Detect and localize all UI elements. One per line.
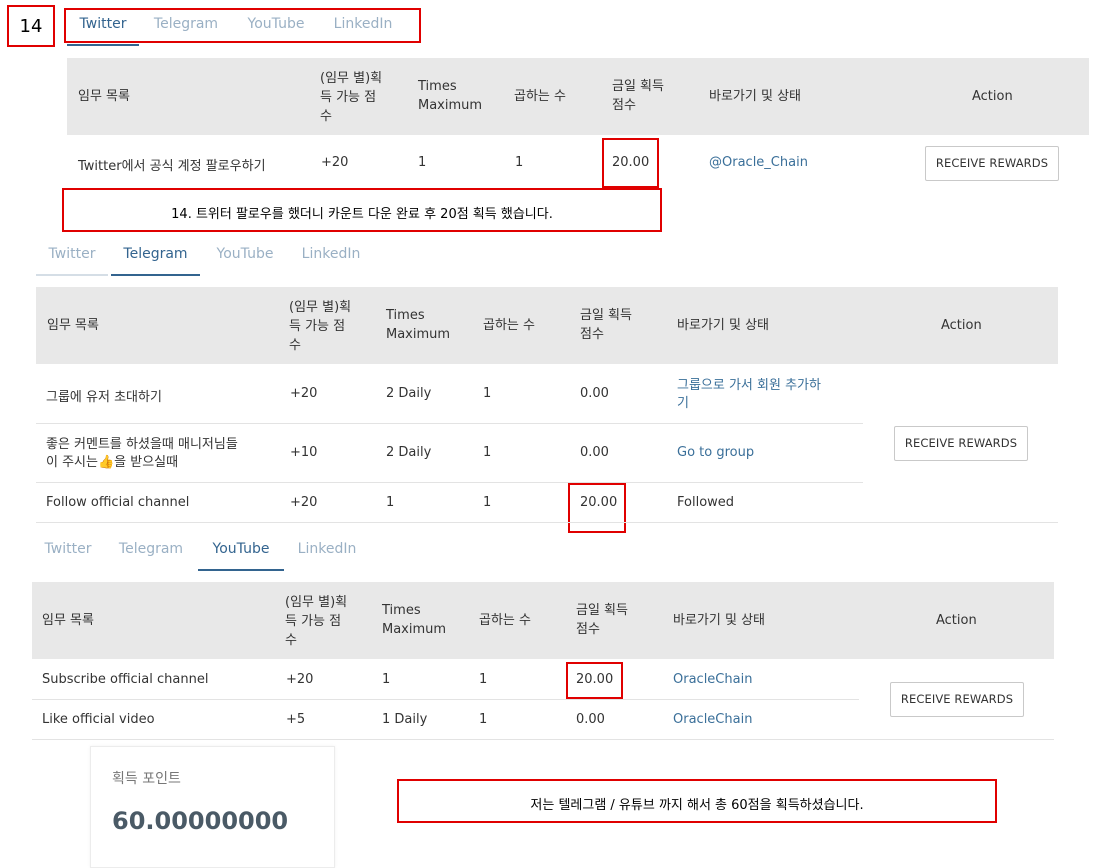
row-divider <box>36 482 863 483</box>
multiplier: 1 <box>483 386 492 401</box>
oraclechain-link[interactable]: OracleChain <box>673 672 752 687</box>
header-points: (임무 별)획 득 가능 점수 <box>289 300 352 353</box>
header-task: 임무 목록 <box>47 318 99 333</box>
times: 1 <box>418 155 427 170</box>
tab-label: LinkedIn <box>301 246 361 262</box>
today-score: 0.00 <box>580 445 609 460</box>
times: 1 <box>382 672 391 687</box>
tab-twitter[interactable]: Twitter <box>36 240 108 276</box>
total-note-box: 저는 텔레그램 / 유튜브 까지 해서 총 60점을 획득하셨습니다. <box>397 779 997 823</box>
header-action: Action <box>936 613 977 628</box>
youtube-section-tabs: Twitter Telegram YouTube LinkedIn <box>32 535 372 571</box>
task-name: Like official video <box>42 712 155 727</box>
row-divider <box>32 739 1054 740</box>
header-multiplier: 곱하는 수 <box>483 318 535 333</box>
row-divider <box>32 699 859 700</box>
header-today: 금일 획득 점수 <box>580 308 632 342</box>
twitter-note-box: 14. 트위터 팔로우를 했더니 카운트 다운 완료 후 20점 획득 했습니다… <box>62 188 662 232</box>
header-action: Action <box>941 318 982 333</box>
points-label: 획득 포인트 <box>112 771 181 787</box>
tab-label: Twitter <box>44 541 92 557</box>
step-number: 14 <box>19 16 43 37</box>
today-score: 0.00 <box>580 386 609 401</box>
header-times: Times Maximum <box>382 603 447 637</box>
task-name: Twitter에서 공식 계정 팔로우하기 <box>78 159 266 174</box>
points: +20 <box>290 495 318 510</box>
multiplier: 1 <box>483 495 492 510</box>
points: +20 <box>321 155 349 170</box>
header-task: 임무 목록 <box>78 89 130 104</box>
twitter-note: 14. 트위터 팔로우를 했더니 카운트 다운 완료 후 20점 획득 했습니다… <box>171 207 553 222</box>
header-link: 바로가기 및 상태 <box>677 318 769 333</box>
tab-youtube[interactable]: YouTube <box>198 535 284 571</box>
followed-status: Followed <box>677 495 735 510</box>
points: +20 <box>286 672 314 687</box>
task-name: Follow official channel <box>46 495 190 510</box>
header-link: 바로가기 및 상태 <box>673 613 765 628</box>
header-multiplier: 곱하는 수 <box>479 613 531 628</box>
points: +5 <box>286 712 306 727</box>
tab-linkedin[interactable]: LinkedIn <box>290 535 364 571</box>
header-times: Times Maximum <box>386 308 451 342</box>
today-score-highlight <box>602 138 659 188</box>
add-members-link[interactable]: 그룹으로 가서 회원 추가하 기 <box>677 377 821 413</box>
receive-rewards-button[interactable]: RECEIVE REWARDS <box>894 426 1028 461</box>
today-score: 0.00 <box>576 712 605 727</box>
tab-label: Telegram <box>118 541 184 557</box>
total-note: 저는 텔레그램 / 유튜브 까지 해서 총 60점을 획득하셨습니다. <box>530 798 864 813</box>
tab-label: LinkedIn <box>297 541 357 557</box>
points-value: 60.00000000 <box>112 807 289 835</box>
task-name: Subscribe official channel <box>42 672 209 687</box>
times: 2 Daily <box>386 386 432 401</box>
tabs-highlight-box <box>64 8 421 43</box>
today-score-highlight <box>566 662 623 699</box>
task-name: 좋은 커멘트를 하셨을때 매니저님들 이 주시는👍을 받으실때 <box>46 437 238 470</box>
receive-rewards-button[interactable]: RECEIVE REWARDS <box>890 682 1024 717</box>
points-card: 획득 포인트 60.00000000 <box>90 746 335 868</box>
header-action: Action <box>972 89 1013 104</box>
header-points: (임무 별)획 득 가능 점수 <box>285 595 348 648</box>
times: 1 <box>386 495 395 510</box>
header-multiplier: 곱하는 수 <box>514 89 566 104</box>
oraclechain-link[interactable]: OracleChain <box>673 712 752 727</box>
header-today: 금일 획득 점수 <box>612 79 664 113</box>
times: 1 Daily <box>382 712 428 727</box>
tab-label: YouTube <box>216 246 274 262</box>
tab-label: Twitter <box>48 246 96 262</box>
twitter-table-header: 임무 목록 (임무 별)획 득 가능 점수 Times Maximum 곱하는 수 … <box>67 58 1089 135</box>
multiplier: 1 <box>483 445 492 460</box>
multiplier: 1 <box>515 155 524 170</box>
tab-youtube[interactable]: YouTube <box>206 240 284 276</box>
points: +10 <box>290 445 318 460</box>
tab-label: Telegram <box>123 246 188 262</box>
tab-linkedin[interactable]: LinkedIn <box>294 240 368 276</box>
points: +20 <box>290 386 318 401</box>
twitter-account-link[interactable]: @Oracle_Chain <box>709 155 808 170</box>
tab-telegram[interactable]: Telegram <box>111 240 200 276</box>
header-times: Times Maximum <box>418 79 483 113</box>
row-divider <box>36 423 863 424</box>
row-divider <box>36 522 1058 523</box>
multiplier: 1 <box>479 712 488 727</box>
task-name: 그룹에 유저 초대하기 <box>46 390 162 405</box>
header-link: 바로가기 및 상태 <box>709 89 801 104</box>
step-number-box: 14 <box>7 5 55 47</box>
youtube-table-header: 임무 목록 (임무 별)획 득 가능 점수 Times Maximum 곱하는 수 … <box>32 582 1054 659</box>
receive-rewards-button[interactable]: RECEIVE REWARDS <box>925 146 1059 181</box>
telegram-table-header: 임무 목록 (임무 별)획 득 가능 점수 Times Maximum 곱하는 수 … <box>36 287 1058 364</box>
header-task: 임무 목록 <box>42 613 94 628</box>
tab-twitter[interactable]: Twitter <box>32 535 104 571</box>
go-to-group-link[interactable]: Go to group <box>677 445 754 460</box>
header-today: 금일 획득 점수 <box>576 603 628 637</box>
today-score-highlight <box>568 483 626 533</box>
multiplier: 1 <box>479 672 488 687</box>
header-points: (임무 별)획 득 가능 점수 <box>320 71 383 124</box>
tab-telegram[interactable]: Telegram <box>112 535 190 571</box>
tab-label: YouTube <box>212 541 270 557</box>
times: 2 Daily <box>386 445 432 460</box>
telegram-section-tabs: Twitter Telegram YouTube LinkedIn <box>36 240 376 276</box>
